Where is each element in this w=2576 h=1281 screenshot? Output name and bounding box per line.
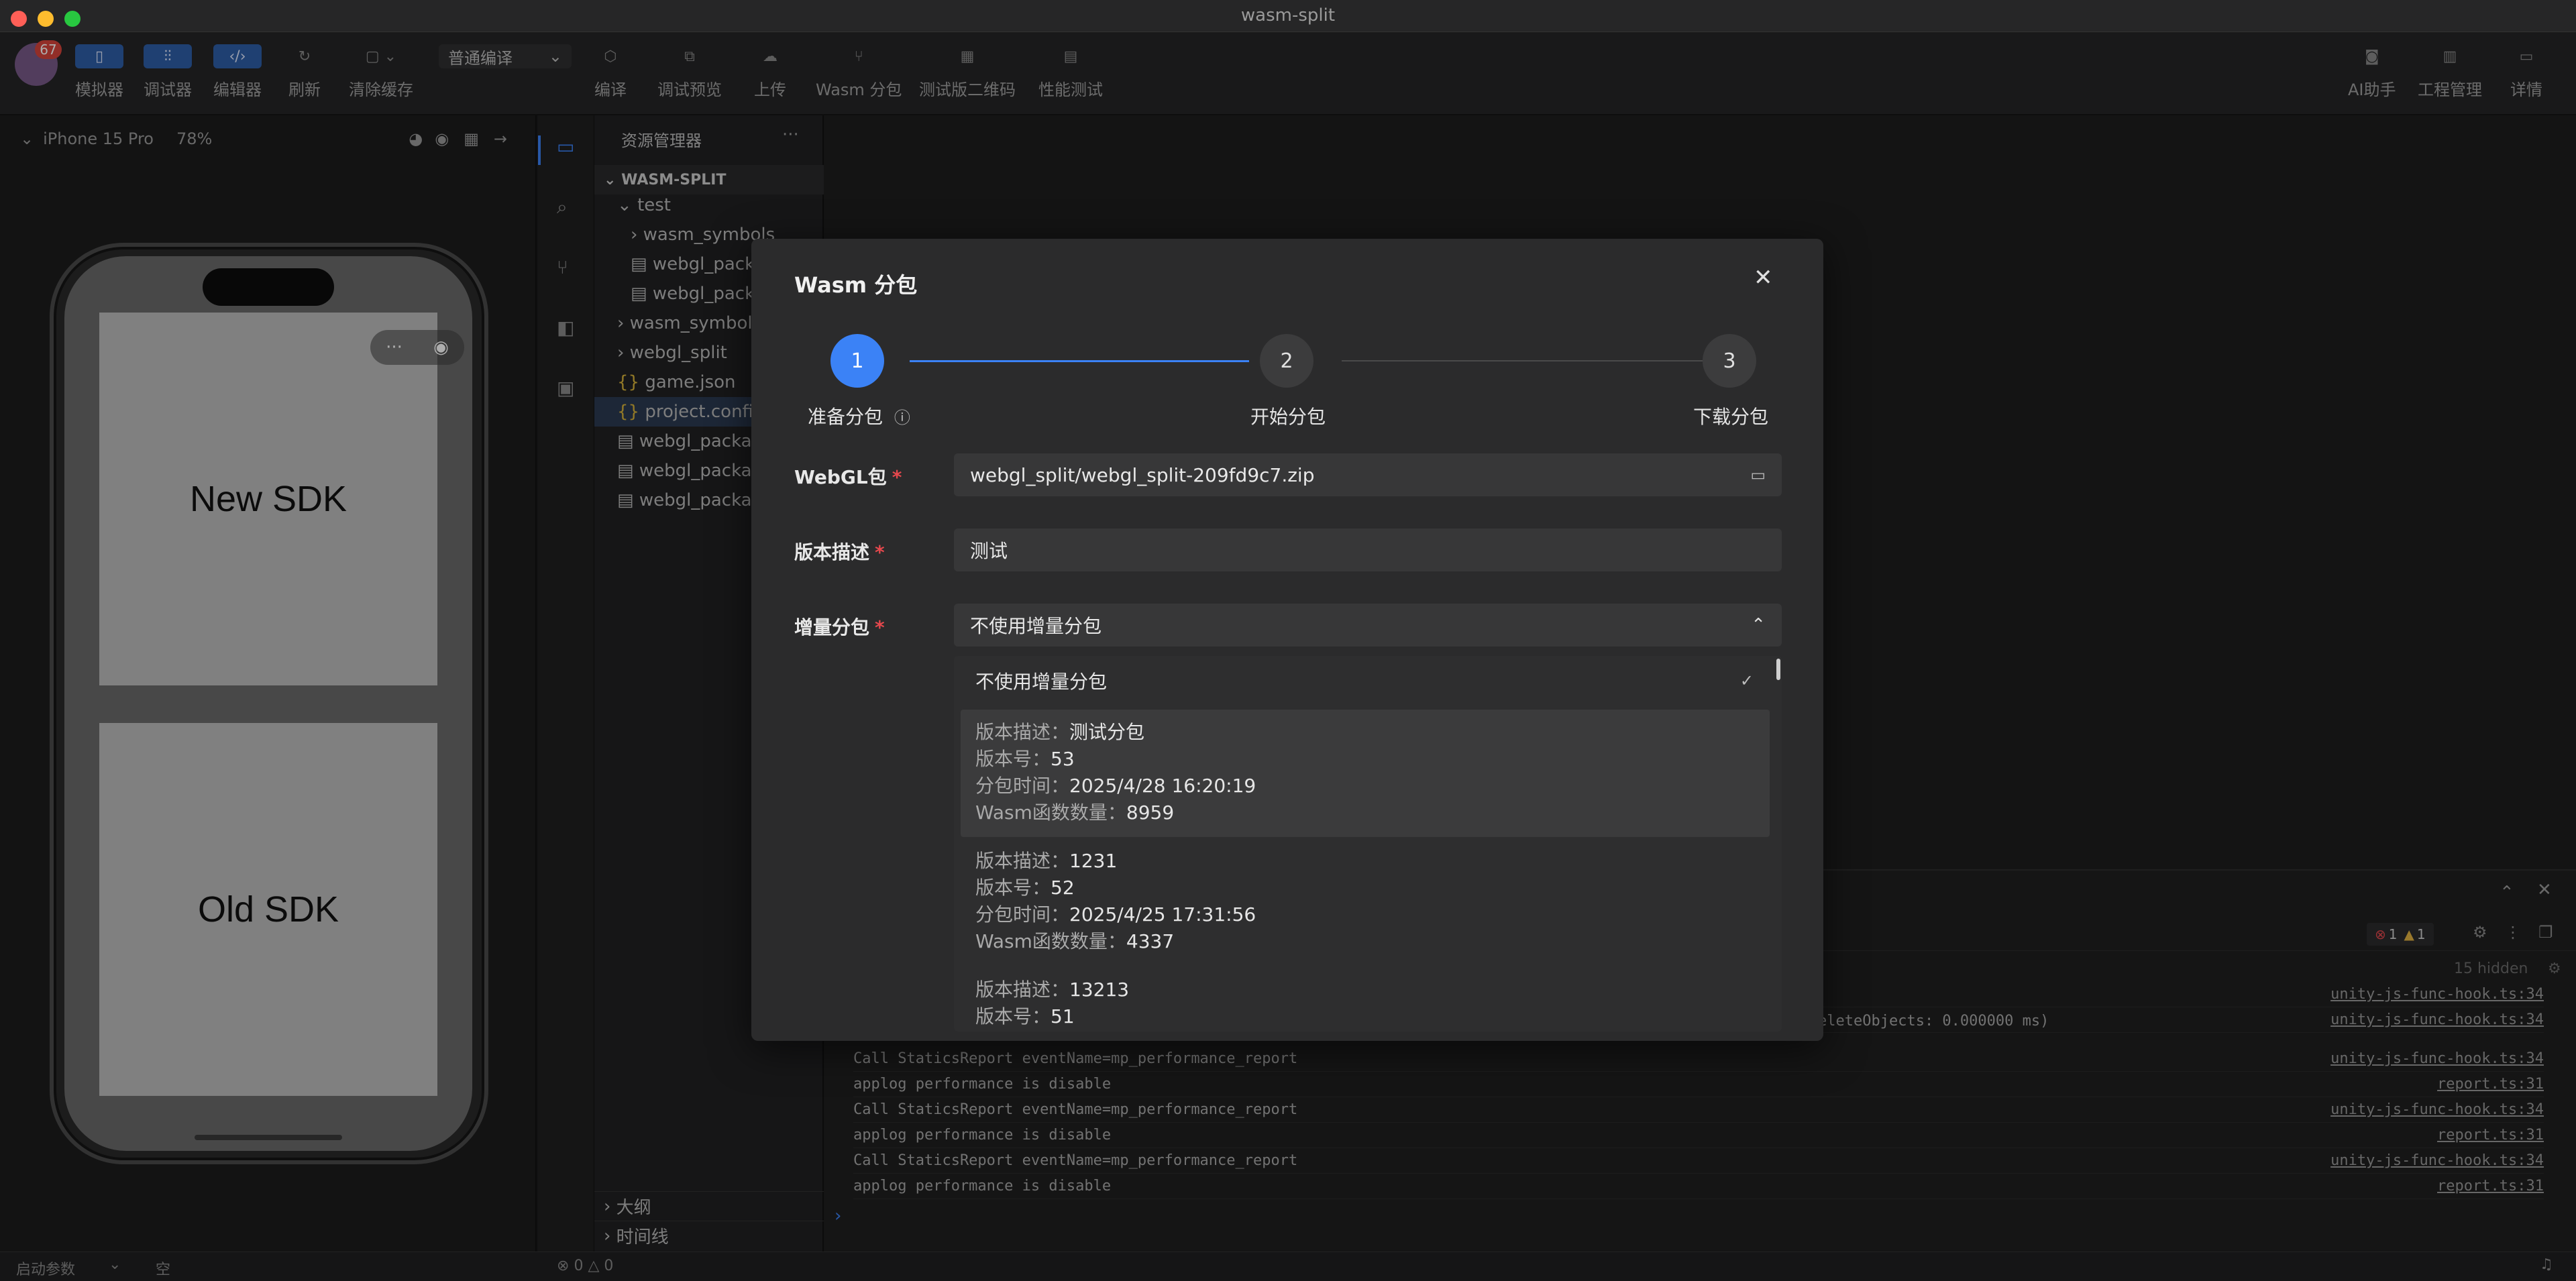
check-icon: ✓	[1739, 671, 1754, 690]
step-connector	[1342, 360, 1704, 361]
step-2-indicator: 2	[1260, 334, 1313, 388]
webgl-label: WebGL包 *	[794, 466, 902, 488]
step-3-label: 下载分包	[1693, 406, 1769, 428]
folder-open-icon[interactable]: ▭	[1750, 465, 1766, 484]
option-version-51[interactable]: 版本描述：13213 版本号：51	[961, 967, 1770, 1032]
webgl-package-field[interactable]: webgl_split/webgl_split-209fd9c7.zip ▭	[954, 453, 1782, 496]
option-version-52[interactable]: 版本描述：1231 版本号：52 分包时间：2025/4/25 17:31:56…	[961, 838, 1770, 966]
step-connector-active	[910, 360, 1249, 362]
dialog-title: Wasm 分包	[794, 272, 918, 298]
version-desc-input[interactable]: 测试	[954, 528, 1782, 571]
step-2-label: 开始分包	[1250, 406, 1326, 428]
chevron-up-icon: ⌃	[1751, 615, 1766, 635]
wasm-split-dialog: Wasm 分包 ✕ 1 2 3 准备分包 ⓘ 开始分包 下载分包 WebGL包 *…	[751, 239, 1823, 1041]
option-no-incremental[interactable]: 不使用增量分包 ✓	[961, 663, 1770, 699]
step-3-indicator: 3	[1703, 334, 1756, 388]
incremental-label: 增量分包 *	[794, 616, 885, 638]
incremental-dropdown: 不使用增量分包 ✓ 版本描述：测试分包 版本号：53 分包时间：2025/4/2…	[954, 656, 1782, 1032]
incremental-select[interactable]: 不使用增量分包 ⌃	[954, 604, 1782, 647]
window-title: wasm-split	[1240, 5, 1336, 25]
title-bar: wasm-split	[0, 0, 2576, 32]
version-desc-label: 版本描述 *	[794, 541, 885, 563]
step-1-indicator: 1	[830, 334, 884, 388]
dropdown-scrollbar[interactable]	[1776, 659, 1780, 680]
help-icon[interactable]: ⓘ	[894, 408, 910, 427]
option-version-53[interactable]: 版本描述：测试分包 版本号：53 分包时间：2025/4/28 16:20:19…	[961, 710, 1770, 837]
step-1-label: 准备分包 ⓘ	[808, 406, 910, 428]
close-icon[interactable]: ✕	[1754, 264, 1773, 291]
